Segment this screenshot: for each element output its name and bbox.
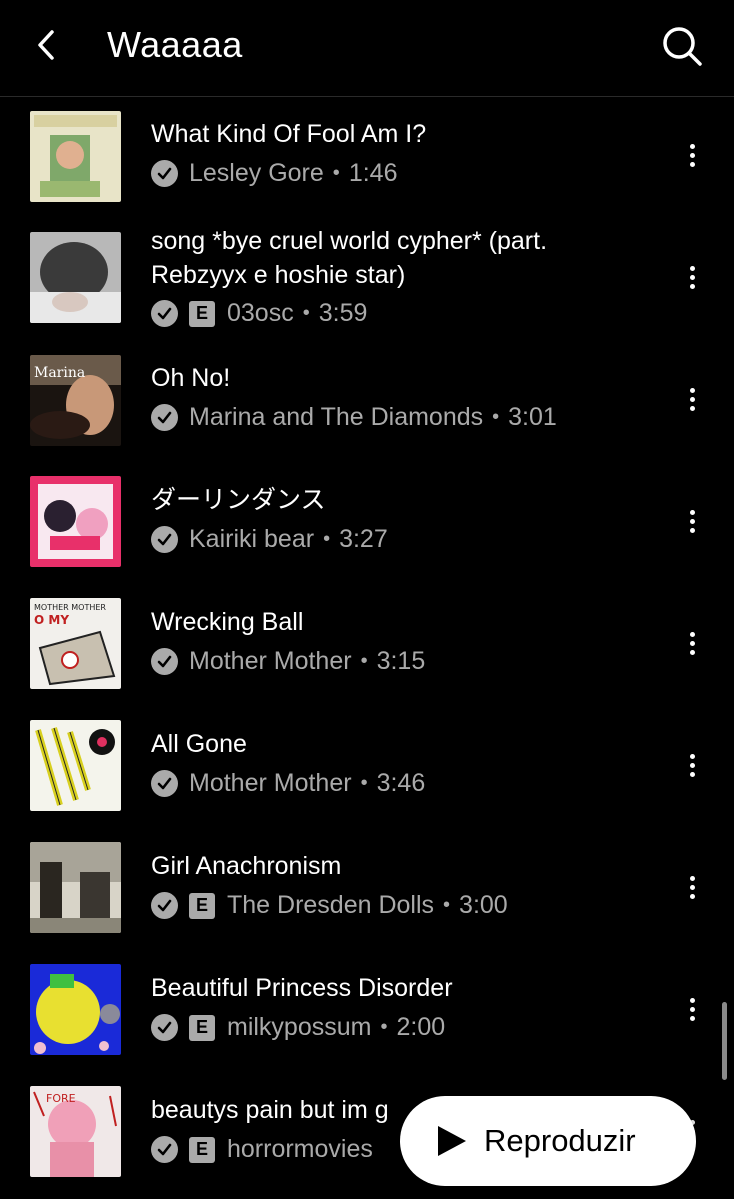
more-options-button[interactable] xyxy=(678,621,706,665)
downloaded-check-icon xyxy=(151,892,178,919)
downloaded-check-icon xyxy=(151,526,178,553)
artist-name: horrormovies xyxy=(227,1135,373,1163)
song-row[interactable]: All Gone Mother Mother • 3:46 xyxy=(0,707,734,829)
explicit-badge: E xyxy=(189,300,215,327)
song-meta: E 03osc • 3:59 xyxy=(151,299,367,328)
artist-name: Mother Mother xyxy=(189,769,352,797)
more-options-button[interactable] xyxy=(678,133,706,177)
artist-name: Mother Mother xyxy=(189,647,352,675)
song-title: Oh No! xyxy=(151,364,231,392)
play-icon xyxy=(438,1126,466,1156)
song-title: ダーリンダンス xyxy=(151,486,326,514)
svg-text:Marina: Marina xyxy=(34,365,85,381)
separator-dot: • xyxy=(380,1016,388,1038)
song-duration: 3:15 xyxy=(376,647,426,675)
song-row[interactable]: Girl Anachronism E The Dresden Dolls • 3… xyxy=(0,829,734,951)
song-meta: E horrormovies xyxy=(151,1135,373,1164)
song-row[interactable]: ダーリンダンス Kairiki bear • 3:27 xyxy=(0,463,734,585)
song-title: song *bye cruel world cypher* (part. Reb… xyxy=(151,227,548,289)
song-meta: Mother Mother • 3:15 xyxy=(151,647,425,676)
album-art xyxy=(30,964,121,1055)
song-duration: 3:27 xyxy=(339,525,388,553)
separator-dot: • xyxy=(492,406,500,428)
downloaded-check-icon xyxy=(151,404,178,431)
separator-dot: • xyxy=(323,528,331,550)
song-meta: Marina and The Diamonds • 3:01 xyxy=(151,403,557,432)
album-art: MOTHER MOTHER O MY xyxy=(30,598,121,689)
downloaded-check-icon xyxy=(151,1136,178,1163)
song-title: What Kind Of Fool Am I? xyxy=(151,120,427,148)
song-meta: Lesley Gore • 1:46 xyxy=(151,159,397,188)
separator-dot: • xyxy=(332,162,340,184)
explicit-badge: E xyxy=(189,1136,215,1163)
song-title: Beautiful Princess Disorder xyxy=(151,974,453,1002)
album-art xyxy=(30,476,121,567)
song-duration: 3:00 xyxy=(459,891,508,919)
song-duration: 3:59 xyxy=(318,299,368,327)
song-row[interactable]: Marina Oh No! Marina and The Diamonds • … xyxy=(0,341,734,463)
song-meta: E milkypossum • 2:00 xyxy=(151,1013,445,1042)
artist-name: Marina and The Diamonds xyxy=(189,403,484,431)
separator-dot: • xyxy=(360,772,368,794)
artist-name: The Dresden Dolls xyxy=(227,891,435,919)
more-options-button[interactable] xyxy=(678,255,706,299)
song-meta: Kairiki bear • 3:27 xyxy=(151,525,388,554)
downloaded-check-icon xyxy=(151,648,178,675)
chevron-left-icon xyxy=(38,30,54,60)
explicit-badge: E xyxy=(189,1014,215,1041)
search-icon xyxy=(663,27,702,66)
svg-text:FORE: FORE xyxy=(46,1092,76,1105)
song-title: All Gone xyxy=(151,730,247,758)
downloaded-check-icon xyxy=(151,770,178,797)
artist-name: Kairiki bear xyxy=(189,525,315,553)
artist-name: 03osc xyxy=(227,299,294,327)
separator-dot: • xyxy=(443,894,451,916)
downloaded-check-icon xyxy=(151,1014,178,1041)
song-duration: 3:01 xyxy=(508,403,557,431)
downloaded-check-icon xyxy=(151,300,178,327)
song-duration: 1:46 xyxy=(348,159,398,187)
album-art: FORE xyxy=(30,1086,121,1177)
downloaded-check-icon xyxy=(151,160,178,187)
separator-dot: • xyxy=(302,302,310,324)
separator-dot: • xyxy=(360,650,368,672)
more-options-button[interactable] xyxy=(678,865,706,909)
more-options-button[interactable] xyxy=(678,743,706,787)
song-list[interactable]: What Kind Of Fool Am I? Lesley Gore • 1:… xyxy=(0,97,734,1199)
artist-name: Lesley Gore xyxy=(189,159,324,187)
svg-text:O MY: O MY xyxy=(34,613,69,627)
song-title: Girl Anachronism xyxy=(151,852,342,880)
song-title: Wrecking Ball xyxy=(151,608,304,636)
more-options-button[interactable] xyxy=(678,499,706,543)
album-art xyxy=(30,842,121,933)
album-art xyxy=(30,232,121,323)
song-row[interactable]: MOTHER MOTHER O MY Wrecking Ball Mother M… xyxy=(0,585,734,707)
song-duration: 3:46 xyxy=(376,769,426,797)
play-button[interactable]: Reproduzir xyxy=(400,1096,696,1186)
play-button-label: Reproduzir xyxy=(484,1123,636,1158)
song-meta: Mother Mother • 3:46 xyxy=(151,769,425,798)
back-button[interactable] xyxy=(28,26,64,64)
explicit-badge: E xyxy=(189,892,215,919)
more-options-button[interactable] xyxy=(678,987,706,1031)
search-button[interactable] xyxy=(660,24,704,68)
song-duration: 2:00 xyxy=(396,1013,446,1041)
svg-text:MOTHER MOTHER: MOTHER MOTHER xyxy=(34,603,106,612)
song-row[interactable]: What Kind Of Fool Am I? Lesley Gore • 1:… xyxy=(0,97,734,219)
artist-name: milkypossum xyxy=(227,1013,372,1041)
app-header: Waaaaa xyxy=(0,0,734,97)
song-row[interactable]: song *bye cruel world cypher* (part. Reb… xyxy=(0,219,734,341)
album-art xyxy=(30,111,121,202)
page-title: Waaaaa xyxy=(107,24,243,65)
album-art: Marina xyxy=(30,355,121,446)
more-options-button[interactable] xyxy=(678,377,706,421)
scrollbar[interactable] xyxy=(722,1002,727,1080)
song-row[interactable]: Beautiful Princess Disorder E milkypossu… xyxy=(0,951,734,1073)
song-meta: E The Dresden Dolls • 3:00 xyxy=(151,891,508,920)
album-art xyxy=(30,720,121,811)
